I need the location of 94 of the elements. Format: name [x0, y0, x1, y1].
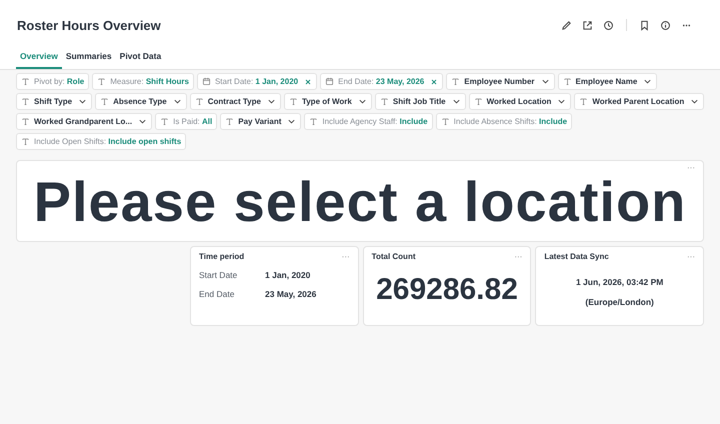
filter-chip[interactable]: Measure: Shift Hours: [92, 73, 194, 90]
filter-dropdown[interactable]: Employee Name: [558, 73, 658, 90]
chevron-icon: [266, 97, 276, 106]
text-icon: [21, 77, 30, 86]
sync-text: (Europe/London): [585, 297, 654, 307]
clear-icon[interactable]: [430, 78, 438, 86]
filter-label: Shift Job Title: [392, 97, 446, 106]
tab[interactable]: Summaries: [62, 48, 116, 69]
location-prompt: Please select a location: [34, 168, 686, 234]
text-icon: [160, 117, 170, 126]
tab[interactable]: Pivot Data: [116, 48, 166, 69]
text-icon: [562, 77, 572, 86]
text-icon: [194, 97, 204, 106]
card-title: Total Count: [372, 252, 416, 261]
filter-dropdown[interactable]: Employee Number: [446, 73, 555, 90]
clock-icon[interactable]: [603, 20, 614, 30]
calendar-icon: [325, 77, 334, 86]
filter-dropdown[interactable]: Shift Job Title: [374, 93, 466, 110]
chevron-icon: [452, 97, 461, 106]
chevron-icon: [557, 97, 566, 106]
text-icon: [21, 117, 30, 126]
card-title: Latest Data Sync: [544, 252, 609, 261]
filter-dropdown[interactable]: Worked Grandparent Lo...: [16, 113, 152, 130]
filter-label: Include Open Shifts: Include open shifts: [34, 137, 182, 146]
more-menu[interactable]: ···: [687, 252, 695, 261]
chevron-icon: [540, 77, 550, 86]
filter-dropdown[interactable]: Worked Parent Location: [574, 93, 704, 110]
filter-chip[interactable]: Is Paid: All: [155, 113, 218, 130]
info-icon[interactable]: [660, 20, 671, 30]
text-icon: [451, 77, 460, 86]
share-icon[interactable]: [582, 20, 593, 30]
field-label: End Date: [199, 289, 236, 299]
filter-label: Is Paid: All: [173, 117, 212, 126]
pencil-icon[interactable]: [561, 20, 572, 30]
tab[interactable]: Overview: [16, 48, 62, 69]
text-icon: [225, 117, 234, 126]
text-icon: [440, 117, 450, 126]
more-menu[interactable]: ···: [687, 163, 695, 172]
more-menu[interactable]: ···: [514, 252, 522, 261]
text-icon: [288, 97, 298, 106]
filter-label: Worked Location: [486, 97, 552, 106]
chevron-icon: [172, 97, 182, 106]
text-icon: [100, 97, 110, 106]
text-icon: [380, 97, 389, 106]
filter-label: End Date: 23 May, 2026: [338, 77, 424, 86]
text-icon: [97, 77, 106, 86]
clear-icon[interactable]: [304, 78, 312, 86]
chevron-icon: [138, 117, 148, 126]
chevron-icon: [78, 97, 88, 106]
text-icon: [309, 117, 318, 126]
card-title: Time period: [199, 252, 244, 261]
more-menu[interactable]: ···: [342, 252, 350, 261]
filter-label: Start Date: 1 Jan, 2020: [214, 77, 298, 86]
filter-chip[interactable]: Include Open Shifts: Include open shifts: [16, 133, 186, 150]
filter-label: Employee Number: [464, 77, 535, 86]
field-value: 1 Jan, 2020: [265, 270, 310, 280]
filter-chip[interactable]: Start Date: 1 Jan, 2020: [196, 73, 318, 90]
total-value: 269286.82: [375, 273, 519, 307]
filter-label: Contract Type: [208, 97, 261, 106]
filter-dropdown[interactable]: Contract Type: [190, 93, 281, 110]
filter-dropdown[interactable]: Worked Location: [468, 93, 572, 110]
filter-label: Shift Type: [34, 97, 72, 106]
filter-chip[interactable]: Include Absence Shifts: Include: [436, 113, 572, 130]
filter-label: Employee Name: [576, 77, 638, 86]
filter-dropdown[interactable]: Absence Type: [95, 93, 187, 110]
filter-label: Absence Type: [113, 97, 167, 106]
chevron-icon: [358, 97, 367, 106]
bookmark-icon[interactable]: [639, 20, 650, 30]
text-icon: [579, 97, 588, 106]
page-title: Roster Hours Overview: [17, 18, 161, 32]
filter-chip[interactable]: End Date: 23 May, 2026: [320, 73, 444, 90]
sync-text: 1 Jun, 2026, 03:42 PM: [576, 277, 664, 287]
filter-label: Measure: Shift Hours: [110, 77, 189, 86]
filter-label: Type of Work: [302, 97, 352, 106]
chevron-icon: [643, 77, 652, 86]
chevron-icon: [287, 117, 296, 126]
field-label: Start Date: [199, 270, 238, 280]
filter-dropdown[interactable]: Pay Variant: [220, 113, 302, 130]
filter-dropdown[interactable]: Type of Work: [284, 93, 372, 110]
filter-label: Pay Variant: [238, 117, 282, 126]
text-icon: [21, 97, 30, 106]
filter-chip[interactable]: Pivot by: Role: [16, 73, 90, 90]
filter-chip[interactable]: Include Agency Staff: Include: [304, 113, 433, 130]
filter-label: Worked Parent Location: [592, 97, 684, 106]
filter-label: Include Absence Shifts: Include: [454, 117, 568, 126]
calendar-icon: [202, 77, 211, 86]
text-icon: [474, 97, 483, 106]
filter-dropdown[interactable]: Shift Type: [16, 93, 92, 110]
text-icon: [21, 137, 30, 146]
field-value: 23 May, 2026: [265, 289, 316, 299]
filter-label: Pivot by: Role: [34, 77, 84, 86]
filter-label: Worked Grandparent Lo...: [34, 117, 132, 126]
filter-label: Include Agency Staff: Include: [322, 117, 428, 126]
chevron-icon: [690, 97, 700, 106]
